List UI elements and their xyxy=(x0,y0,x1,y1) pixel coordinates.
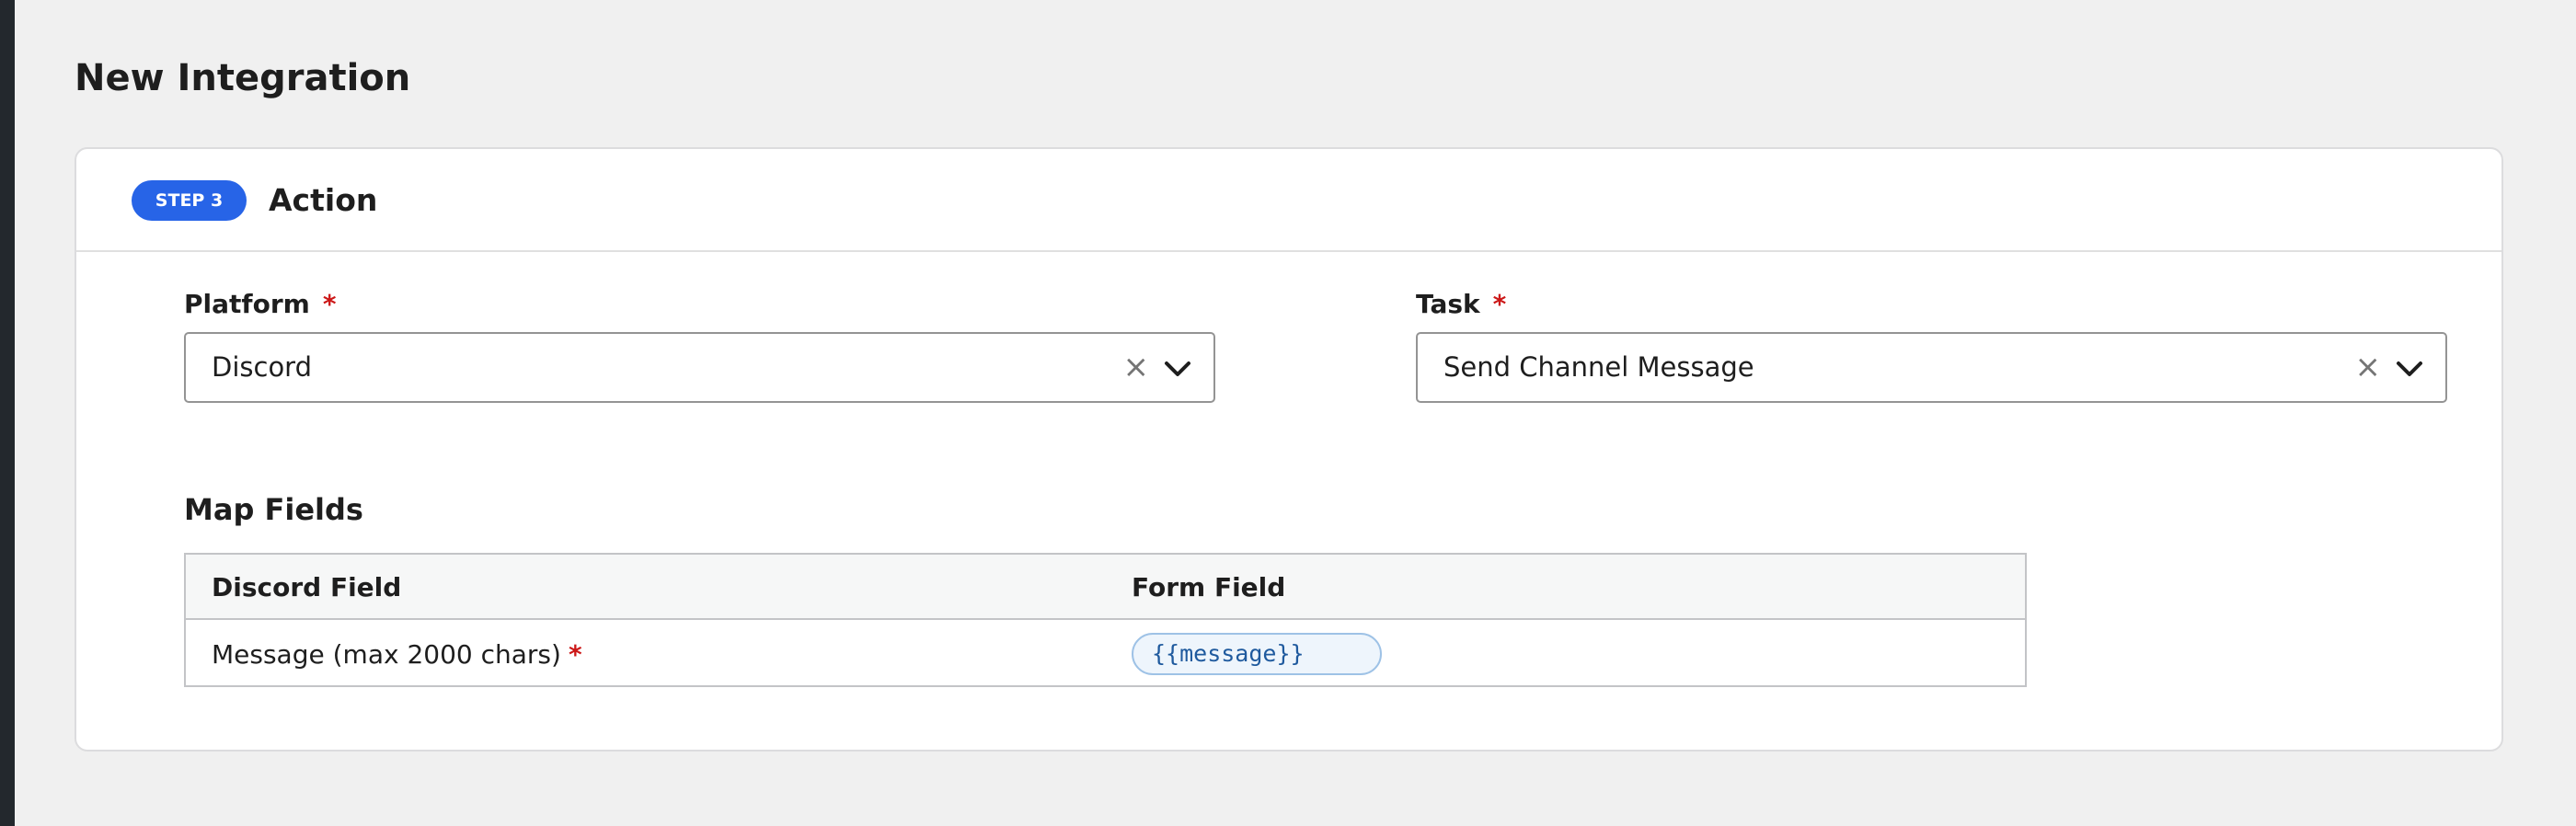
table-header: Discord Field Form Field xyxy=(186,555,2025,620)
step-card: STEP 3 Action Platform * Discord × Task * … xyxy=(75,147,2503,751)
required-asterisk: * xyxy=(568,639,582,670)
platform-label: Platform * xyxy=(184,289,336,320)
task-select[interactable]: Send Channel Message × xyxy=(1416,332,2447,403)
platform-select[interactable]: Discord × xyxy=(184,332,1215,403)
table-row: Message (max 2000 chars) * {{message}} xyxy=(186,622,2025,687)
platform-select-value: Discord xyxy=(212,351,313,383)
required-asterisk: * xyxy=(1492,289,1507,319)
step-card-header: STEP 3 Action xyxy=(76,149,2501,252)
step-title: Action xyxy=(269,182,378,218)
task-label-text: Task xyxy=(1416,289,1480,319)
task-label: Task * xyxy=(1416,289,1506,320)
platform-clear-icon[interactable]: × xyxy=(1123,334,1150,401)
platform-label-text: Platform xyxy=(184,289,310,319)
discord-field-name: Message (max 2000 chars) xyxy=(212,639,561,670)
map-fields-title: Map Fields xyxy=(184,492,363,527)
step-badge: STEP 3 xyxy=(132,180,247,221)
task-select-value: Send Channel Message xyxy=(1443,351,1754,383)
required-asterisk: * xyxy=(322,289,337,319)
form-field-tag[interactable]: {{message}} xyxy=(1132,633,1382,675)
column-header-discord-field: Discord Field xyxy=(212,572,402,602)
column-header-form-field: Form Field xyxy=(1132,572,1286,602)
map-fields-table: Discord Field Form Field Message (max 20… xyxy=(184,553,2027,687)
discord-field-cell: Message (max 2000 chars) * xyxy=(212,622,582,687)
task-clear-icon[interactable]: × xyxy=(2355,334,2382,401)
admin-sidebar-edge xyxy=(0,0,15,826)
task-chevron-down-icon[interactable] xyxy=(2396,358,2423,380)
platform-chevron-down-icon[interactable] xyxy=(1164,358,1191,380)
page-title: New Integration xyxy=(75,57,411,99)
